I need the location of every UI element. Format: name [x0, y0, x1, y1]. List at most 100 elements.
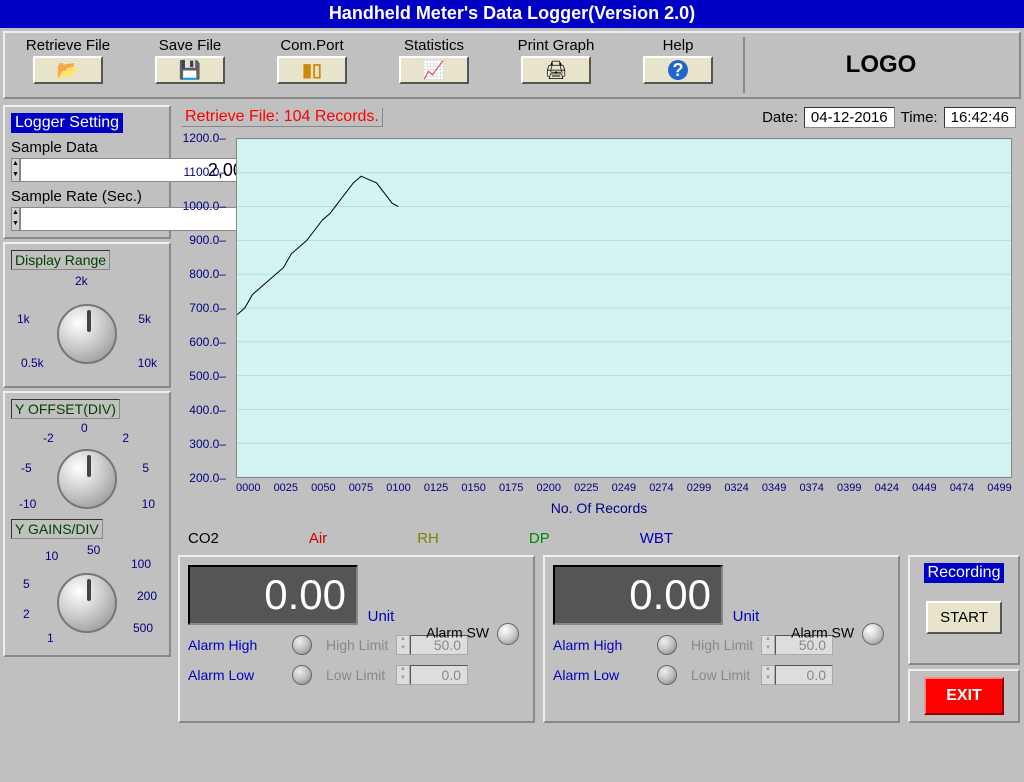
legend: CO2AirRHDPWBT — [174, 526, 1024, 551]
help-icon: ? — [668, 60, 688, 80]
readout-2: 0.00 Unit Alarm SW Alarm High High Limit… — [543, 555, 900, 723]
exit-panel: EXIT — [908, 669, 1020, 723]
right-bottom: Recording START EXIT — [908, 555, 1020, 723]
port-icon: ▮▯ — [302, 60, 322, 81]
print-button[interactable]: 🖨 — [521, 56, 591, 84]
retrieve-message: Retrieve File: 104 Records. — [182, 108, 383, 127]
low-limit-value: 0.0 — [410, 665, 468, 685]
y-offset-knob[interactable] — [57, 449, 117, 509]
yo-0: 0 — [81, 421, 88, 435]
yg-1: 1 — [47, 631, 54, 645]
low-limit-label-2: Low Limit — [691, 667, 761, 683]
start-button[interactable]: START — [926, 601, 1002, 634]
yo-10: 10 — [142, 497, 155, 511]
floppy-icon: 💾 — [179, 60, 201, 81]
readout-2-value: 0.00 — [553, 565, 723, 625]
recording-title: Recording — [924, 563, 1005, 583]
readout-1-value: 0.00 — [188, 565, 358, 625]
tool-retrieve: Retrieve File 📂 — [7, 37, 129, 93]
x-axis: 0000002500500075010001250150017502000225… — [236, 482, 1012, 494]
exit-button[interactable]: EXIT — [924, 677, 1004, 715]
readout-row: 0.00 Unit Alarm SW Alarm High High Limit… — [174, 551, 1024, 727]
title-bar: Handheld Meter's Data Logger(Version 2.0… — [0, 0, 1024, 28]
top-info: Retrieve File: 104 Records. Date: 04-12-… — [174, 102, 1024, 128]
low-limit-label: Low Limit — [326, 667, 396, 683]
high-limit-spinner[interactable]: ▲▼ — [396, 635, 410, 655]
retrieve-button[interactable]: 📂 — [33, 56, 103, 84]
y-axis: 200.0–300.0–400.0–500.0–600.0–700.0–800.… — [182, 132, 230, 482]
yg-5: 5 — [23, 577, 30, 591]
center-column: Retrieve File: 104 Records. Date: 04-12-… — [174, 102, 1024, 782]
low-limit-value-2: 0.0 — [775, 665, 833, 685]
print-label: Print Graph — [495, 37, 617, 54]
time-label: Time: — [901, 109, 938, 126]
yo-n10: -10 — [19, 497, 36, 511]
readout-1-unit: Unit — [368, 608, 395, 625]
yo-5: 5 — [142, 461, 149, 475]
yg-2: 2 — [23, 607, 30, 621]
tool-stats: Statistics 📈 — [373, 37, 495, 93]
yo-n5: -5 — [21, 461, 32, 475]
sample-rate-spinner[interactable]: ▲▼ — [11, 207, 20, 231]
yg-200: 200 — [137, 589, 157, 603]
alarm-high-label-2: Alarm High — [553, 637, 643, 653]
low-limit-spinner[interactable]: ▲▼ — [396, 665, 410, 685]
date-label: Date: — [762, 109, 798, 126]
save-button[interactable]: 💾 — [155, 56, 225, 84]
y-gains-knob[interactable] — [57, 573, 117, 633]
comport-button[interactable]: ▮▯ — [277, 56, 347, 84]
yg-100: 100 — [131, 557, 151, 571]
tool-print: Print Graph 🖨 — [495, 37, 617, 93]
yo-n2: -2 — [43, 431, 54, 445]
recording-panel: Recording START — [908, 555, 1020, 665]
time-value: 16:42:46 — [944, 107, 1016, 128]
high-limit-spinner-2[interactable]: ▲▼ — [761, 635, 775, 655]
tick-2k: 2k — [75, 274, 88, 288]
tool-comport: Com.Port ▮▯ — [251, 37, 373, 93]
alarm-low-label: Alarm Low — [188, 667, 278, 683]
stats-label: Statistics — [373, 37, 495, 54]
x-axis-title: No. Of Records — [182, 500, 1016, 516]
save-label: Save File — [129, 37, 251, 54]
display-range-title: Display Range — [11, 250, 110, 270]
tick-10k: 10k — [138, 356, 157, 370]
low-limit-spinner-2[interactable]: ▲▼ — [761, 665, 775, 685]
y-gains-knob-wrap: 1 2 5 10 50 100 200 500 — [17, 539, 157, 649]
tool-save: Save File 💾 — [129, 37, 251, 93]
tick-5k: 5k — [138, 312, 151, 326]
alarm-low-led — [292, 665, 312, 685]
sample-data-spinner[interactable]: ▲▼ — [11, 158, 20, 182]
alarm-sw-label: Alarm SW — [426, 625, 489, 641]
readout-2-alarm-sw: Alarm SW — [791, 623, 884, 645]
yg-10: 10 — [45, 549, 58, 563]
date-time: Date: 04-12-2016 Time: 16:42:46 — [762, 107, 1016, 128]
high-limit-label-2: High Limit — [691, 637, 761, 653]
help-button[interactable]: ? — [643, 56, 713, 84]
retrieve-label: Retrieve File — [7, 37, 129, 54]
sample-rate-label: Sample Rate (Sec.) — [11, 188, 163, 205]
readout-1: 0.00 Unit Alarm SW Alarm High High Limit… — [178, 555, 535, 723]
printer-icon: 🖨 — [545, 60, 568, 81]
y-offset-title: Y OFFSET(DIV) — [11, 399, 120, 419]
folder-open-icon: 📂 — [57, 60, 79, 81]
stats-button[interactable]: 📈 — [399, 56, 469, 84]
offset-gains-panel: Y OFFSET(DIV) -10 -5 -2 0 2 5 10 Y GAINS… — [3, 391, 171, 657]
tick-05k: 0.5k — [21, 356, 44, 370]
display-range-knob-wrap: 0.5k 1k 2k 5k 10k — [17, 270, 157, 380]
alarm-high-led-2 — [657, 635, 677, 655]
comport-label: Com.Port — [251, 37, 373, 54]
stats-icon: 📈 — [423, 60, 445, 81]
readout-1-alarm-sw: Alarm SW — [426, 623, 519, 645]
alarm-sw-label-2: Alarm SW — [791, 625, 854, 641]
alarm-sw-toggle[interactable] — [497, 623, 519, 645]
alarm-low-led-2 — [657, 665, 677, 685]
chart-svg — [237, 139, 1011, 477]
date-value: 04-12-2016 — [804, 107, 895, 128]
readout-2-unit: Unit — [733, 608, 760, 625]
plot-area — [236, 138, 1012, 478]
alarm-low-label-2: Alarm Low — [553, 667, 643, 683]
sample-data-label: Sample Data — [11, 139, 163, 156]
display-range-knob[interactable] — [57, 304, 117, 364]
toolbar: Retrieve File 📂 Save File 💾 Com.Port ▮▯ … — [3, 31, 1021, 99]
alarm-sw-toggle-2[interactable] — [862, 623, 884, 645]
